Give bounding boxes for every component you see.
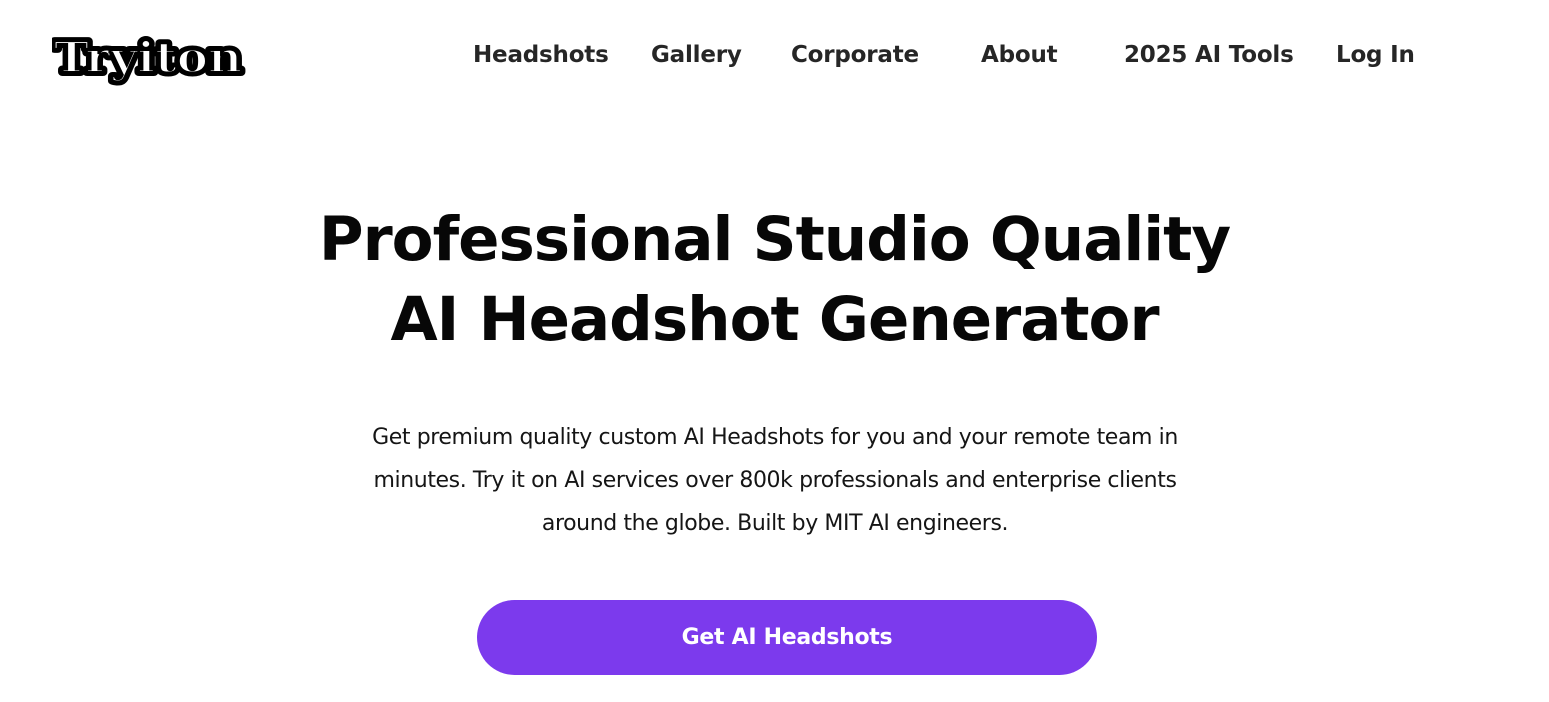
get-ai-headshots-button[interactable]: Get AI Headshots [477, 600, 1097, 675]
svg-text:Tryiton: Tryiton [54, 33, 242, 82]
hero-title: Professional Studio Quality AI Headshot … [0, 200, 1549, 360]
hero-description-line-2: minutes. Try it on AI services over 800k… [373, 468, 1177, 493]
hero-title-line-2: AI Headshot Generator [390, 284, 1159, 355]
page: Tryiton Tryiton Headshots Gallery Corpor… [0, 0, 1549, 702]
nav-2025-ai-tools[interactable]: 2025 AI Tools [1124, 38, 1294, 72]
site-logo[interactable]: Tryiton Tryiton [52, 26, 248, 88]
logo-wordmark-icon: Tryiton Tryiton [52, 29, 246, 86]
hero-description-line-3: around the globe. Built by MIT AI engine… [541, 511, 1009, 536]
hero-description: Get premium quality custom AI Headshots … [270, 416, 1280, 545]
nav-about[interactable]: About [981, 38, 1058, 72]
hero-description-line-1: Get premium quality custom AI Headshots … [372, 425, 1178, 450]
nav-gallery[interactable]: Gallery [651, 38, 742, 72]
hero-title-line-1: Professional Studio Quality [318, 204, 1231, 275]
nav-headshots[interactable]: Headshots [473, 38, 609, 72]
nav-corporate[interactable]: Corporate [791, 38, 919, 72]
nav-login[interactable]: Log In [1336, 38, 1415, 72]
